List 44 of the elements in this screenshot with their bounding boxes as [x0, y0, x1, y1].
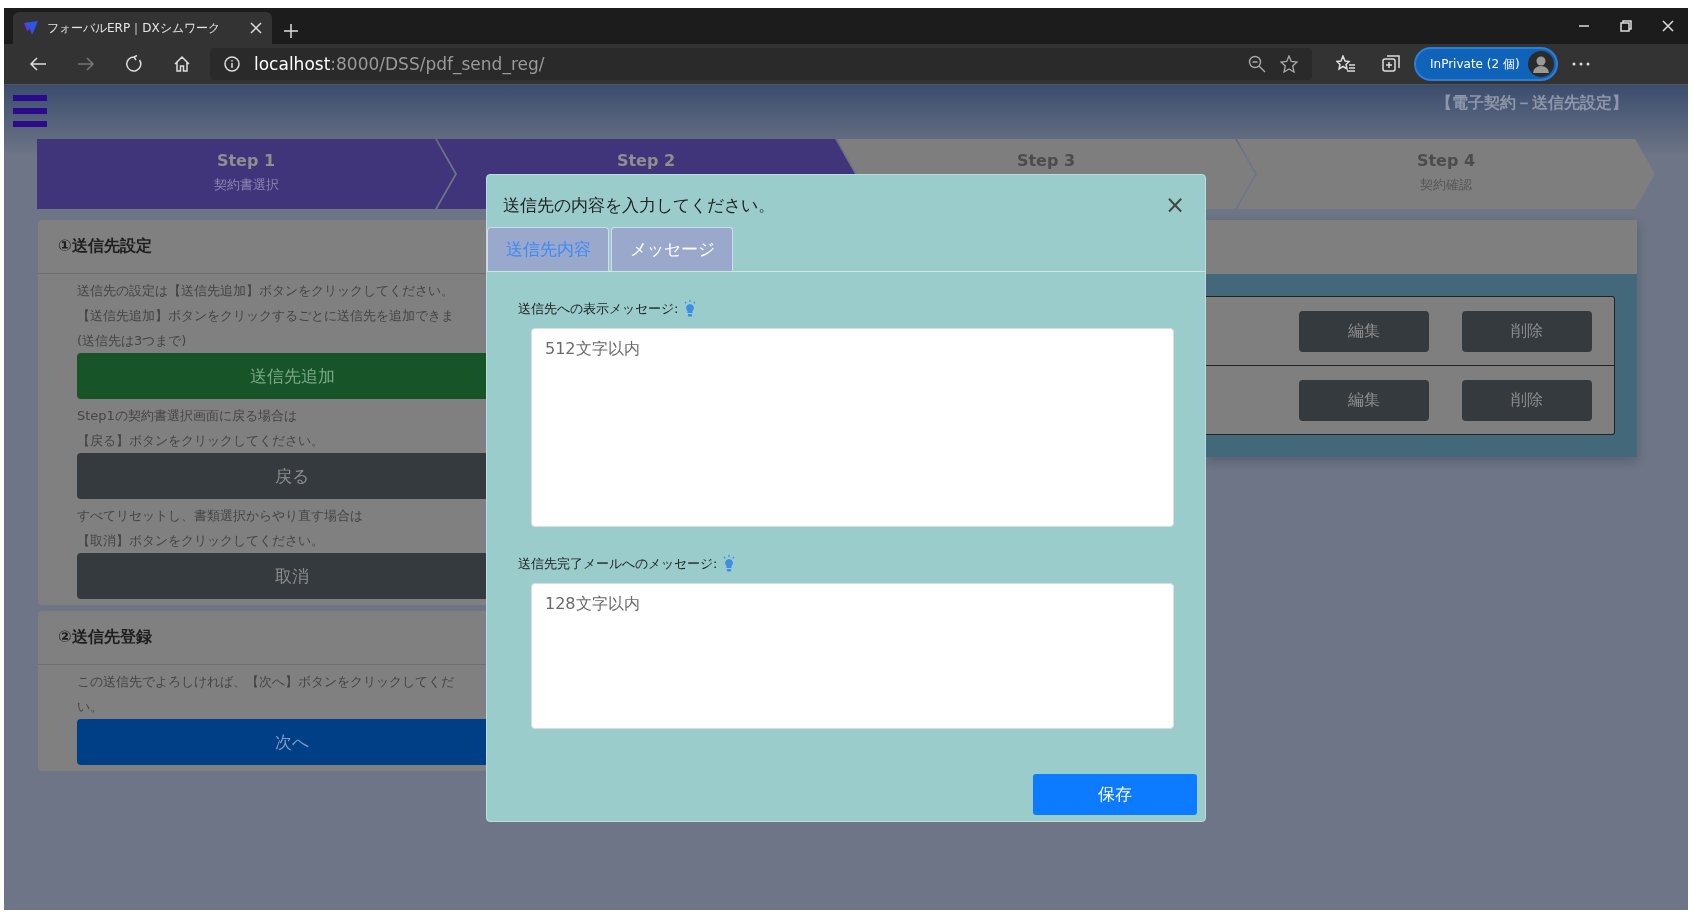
step-subtitle: 契約書選択	[213, 176, 279, 194]
forward-arrow-icon[interactable]	[77, 56, 95, 72]
step-label: Step 1	[216, 151, 276, 170]
tab[interactable]: メッセージ	[611, 227, 733, 271]
close-icon[interactable]	[250, 22, 262, 34]
message-field[interactable]: 128文字以内	[531, 583, 1174, 729]
refresh-icon[interactable]	[125, 55, 143, 73]
delete-button[interactable]: 削除	[1462, 310, 1592, 352]
card-title: ①送信先設定	[58, 236, 152, 257]
back-arrow-icon[interactable]	[29, 56, 47, 72]
step-label: Step 2	[616, 151, 676, 170]
more-icon[interactable]	[1571, 62, 1590, 66]
instruction-text: (送信先は3つまで)	[77, 332, 188, 350]
save-button[interactable]: 保存	[1033, 774, 1197, 815]
action-button[interactable]: 取消	[77, 553, 486, 599]
modal-title: 送信先の内容を入力してください。	[503, 193, 775, 217]
action-button[interactable]: 送信先追加	[77, 353, 486, 399]
lightbulb-icon	[684, 300, 697, 318]
card-title: ②送信先登録	[58, 627, 152, 648]
home-icon[interactable]	[173, 55, 191, 73]
browser-tab[interactable]: フォーバルERP｜DXシムワーク	[13, 12, 272, 44]
zoom-out-icon[interactable]	[1248, 55, 1266, 73]
favicon-icon	[23, 20, 39, 36]
close-icon[interactable]	[1662, 20, 1674, 32]
edit-button[interactable]: 編集	[1299, 310, 1429, 352]
favorites-icon[interactable]	[1336, 55, 1356, 73]
profile-button[interactable]: InPrivate (2 個)	[1414, 47, 1558, 81]
info-icon	[224, 56, 240, 72]
close-button[interactable]: ×	[1164, 193, 1185, 217]
action-button[interactable]: 戻る	[77, 453, 486, 499]
plus-icon[interactable]	[284, 24, 298, 38]
avatar-icon	[1527, 51, 1554, 77]
action-button[interactable]: 次へ	[77, 719, 486, 765]
page-title: 【電子契約－送信先設定】	[1436, 93, 1628, 114]
address-bar[interactable]: localhost:8000/DSS/pdf_send_reg/	[210, 48, 1312, 80]
field-label: 送信先への表示メッセージ:	[518, 300, 679, 318]
star-icon[interactable]	[1280, 55, 1298, 73]
delete-button[interactable]: 削除	[1462, 379, 1592, 421]
collections-icon[interactable]	[1382, 55, 1400, 73]
restore-icon[interactable]	[1620, 20, 1632, 32]
message-field[interactable]: 512文字以内	[531, 328, 1174, 527]
field-label: 送信先完了メールへのメッセージ:	[518, 555, 718, 573]
lightbulb-icon	[723, 555, 736, 573]
edit-button[interactable]: 編集	[1299, 379, 1429, 421]
